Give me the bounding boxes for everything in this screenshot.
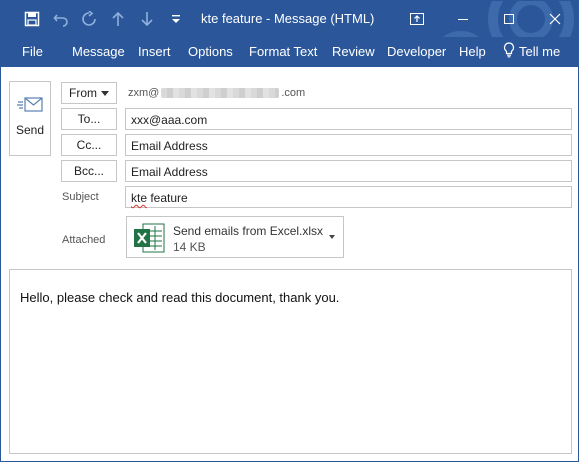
attachment-size: 14 KB [173, 240, 206, 254]
attached-label: Attached [62, 234, 106, 246]
from-button[interactable]: From [61, 82, 117, 104]
subject-misspelled-word: kte [131, 191, 148, 205]
message-body[interactable]: Hello, please check and read this docume… [9, 269, 572, 454]
tab-developer[interactable]: Developer [387, 44, 446, 59]
to-button[interactable]: To... [61, 108, 117, 130]
subject-rest: feature [147, 191, 188, 205]
arrow-down-icon[interactable] [136, 1, 158, 37]
bcc-field[interactable]: Email Address [125, 160, 572, 182]
outlook-message-window: kte feature - Message (HTML) File Messag… [0, 0, 579, 462]
lightbulb-icon [503, 42, 515, 61]
tab-file[interactable]: File [22, 44, 43, 59]
chevron-down-icon [101, 90, 109, 96]
maximize-icon[interactable] [486, 1, 532, 37]
from-address-prefix: zxm@ [128, 87, 160, 99]
minimize-icon[interactable] [440, 1, 486, 37]
tab-message[interactable]: Message [72, 44, 125, 59]
tell-me-search[interactable]: Tell me [503, 42, 560, 61]
excel-file-icon [133, 223, 165, 256]
arrow-up-icon[interactable] [107, 1, 129, 37]
send-label: Send [15, 123, 45, 137]
ribbon-tabs: File Message Insert Options Format Text … [1, 37, 578, 67]
tab-insert[interactable]: Insert [138, 44, 171, 59]
attachment-name: Send emails from Excel.xlsx [173, 224, 324, 238]
send-button[interactable]: Send [9, 81, 51, 156]
tab-options[interactable]: Options [188, 44, 233, 59]
undo-icon[interactable] [50, 1, 72, 37]
ribbon-display-icon[interactable] [394, 1, 440, 37]
attachment-dropdown-icon[interactable] [329, 235, 335, 239]
from-address: zxm@ .com [128, 87, 305, 99]
title-bar: kte feature - Message (HTML) [1, 1, 578, 67]
tab-format-text[interactable]: Format Text [249, 44, 317, 59]
window-title: kte feature - Message (HTML) [201, 11, 375, 26]
from-address-suffix: .com [281, 87, 306, 99]
tab-help[interactable]: Help [459, 44, 486, 59]
close-icon[interactable] [532, 1, 578, 37]
bcc-button[interactable]: Bcc... [61, 160, 117, 182]
tab-review[interactable]: Review [332, 44, 375, 59]
send-mail-icon [17, 96, 43, 117]
to-field[interactable]: xxx@aaa.com [125, 108, 572, 130]
cc-field[interactable]: Email Address [125, 134, 572, 156]
redo-icon[interactable] [78, 1, 100, 37]
attachment-item[interactable]: Send emails from Excel.xlsx 14 KB [126, 216, 344, 258]
cc-button[interactable]: Cc... [61, 134, 117, 156]
save-icon[interactable] [19, 1, 45, 37]
subject-field[interactable]: kte feature [125, 186, 572, 208]
subject-label: Subject [62, 191, 99, 203]
redacted-address-blur [161, 88, 280, 98]
message-body-text: Hello, please check and read this docume… [20, 290, 340, 305]
customize-icon[interactable] [166, 1, 186, 37]
from-label: From [69, 86, 97, 100]
tell-me-label: Tell me [519, 44, 561, 59]
